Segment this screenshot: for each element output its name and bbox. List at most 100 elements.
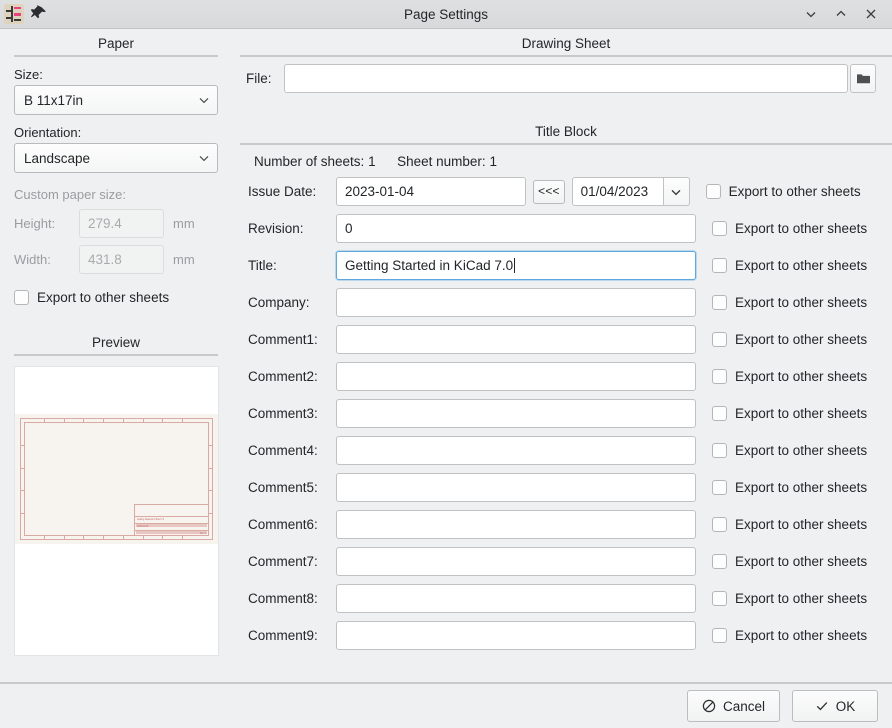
title-block-row-export[interactable]: Export to other sheets [712,480,867,495]
kicad-eeschema-icon [4,4,24,24]
paper-orientation-value: Landscape [24,150,91,166]
paper-export-other-sheets-checkbox[interactable] [14,290,29,305]
drawing-sheet-file-label: File: [246,70,272,86]
title-block-row-label: Revision: [248,221,304,236]
paper-size-label: Size: [14,67,43,82]
number-of-sheets-value: 1 [368,154,376,169]
dialog-footer: Cancel OK [0,682,892,728]
title-block-row-label: Comment1: [248,332,318,347]
sheet-number-value: 1 [489,154,497,169]
custom-width-input: 431.8 [79,245,164,274]
custom-height-input: 279.4 [79,209,164,238]
title-block-row-input[interactable]: Getting Started in KiCad 7.0 [336,251,696,280]
title-block-row-input[interactable] [336,362,696,391]
title-block-row: Comment5: Export to other sheets [240,469,892,506]
title-block-row-export[interactable]: Export to other sheets [712,628,867,643]
paper-rule [14,55,218,57]
title-block-row-export-checkbox[interactable] [712,406,727,421]
title-block-row: Title: Getting Started in KiCad 7.0 Export… [240,247,892,284]
title-block-row-export[interactable]: Export to other sheets [712,258,867,273]
title-block-row-export-checkbox[interactable] [712,221,727,236]
title-block-row-export-label: Export to other sheets [735,221,868,236]
issue-date-row: Issue Date: 2023-01-04 <<< 01/04/2023 Ex… [240,173,892,210]
issue-date-export-row[interactable]: Export to other sheets [705,184,861,199]
maximize-button[interactable] [830,3,852,25]
title-block-row-label: Title: [248,258,277,273]
title-block-field-rows: Revision: 0 Export to other sheets Title: Ge… [240,210,892,654]
title-block-row-export[interactable]: Export to other sheets [712,295,867,310]
title-block-row-export[interactable]: Export to other sheets [712,554,867,569]
issue-date-input[interactable]: 2023-01-04 [336,177,526,206]
paper-size-select[interactable]: B 11x17in [14,85,218,115]
pin-icon[interactable] [30,5,48,23]
title-block-row-input[interactable] [336,547,696,576]
issue-date-picker[interactable]: 01/04/2023 [571,177,690,206]
paper-heading: Paper [97,36,135,51]
title-block-row-label: Comment7: [248,554,318,569]
ok-button-label: OK [835,698,856,714]
title-block-row-input[interactable] [336,510,696,539]
title-block-row-export-checkbox[interactable] [712,443,727,458]
drawing-sheet-browse-button[interactable] [850,63,876,93]
title-block-row-export[interactable]: Export to other sheets [712,332,867,347]
title-block-row-input[interactable] [336,473,696,502]
title-block-row-export[interactable]: Export to other sheets [712,517,867,532]
issue-date-picker-value[interactable]: 01/04/2023 [571,177,664,206]
minimize-button[interactable] [800,3,822,25]
text-cursor [514,258,516,273]
title-block-row-export[interactable]: Export to other sheets [712,443,867,458]
title-block-row-export-label: Export to other sheets [735,406,868,421]
title-block-row-export-checkbox[interactable] [712,258,727,273]
paper-orientation-label: Orientation: [14,125,82,140]
issue-date-apply-button[interactable]: <<< [533,179,565,204]
preview-title-block: Getting Started in KiCad 7.0 2023-01-04 … [134,504,209,536]
title-block-row-export[interactable]: Export to other sheets [712,406,867,421]
title-block-row-label: Comment4: [248,443,318,458]
title-block-row-export-checkbox[interactable] [712,332,727,347]
custom-width-row: Width: 431.8 mm [14,245,218,274]
cancel-button[interactable]: Cancel [686,690,780,722]
title-block-row: Comment9: Export to other sheets [240,617,892,654]
preview-tb-title: Getting Started in KiCad 7.0 [137,518,164,521]
title-block-row-export-checkbox[interactable] [712,295,727,310]
title-block-row-export-checkbox[interactable] [712,554,727,569]
title-block-row-input[interactable] [336,621,696,650]
title-block-row-input[interactable] [336,399,696,428]
issue-date-export-label: Export to other sheets [728,184,861,199]
drawing-sheet-file-input[interactable] [284,63,848,93]
title-block-row-export[interactable]: Export to other sheets [712,221,867,236]
issue-date-label: Issue Date: [248,184,317,199]
title-block-row-export-label: Export to other sheets [735,295,868,310]
title-block-row-export-label: Export to other sheets [735,591,868,606]
title-block-row-export-label: Export to other sheets [735,480,868,495]
title-block-row-export-label: Export to other sheets [735,628,868,643]
title-block-row-export-checkbox[interactable] [712,369,727,384]
title-block-row-export-checkbox[interactable] [712,480,727,495]
title-block-row-input[interactable]: 0 [336,214,696,243]
close-icon [866,9,876,19]
title-block-row-export-checkbox[interactable] [712,628,727,643]
sheet-counts: Number of sheets: 1 Sheet number: 1 [240,145,892,169]
ok-button[interactable]: OK [792,690,878,722]
paper-export-other-sheets-row[interactable]: Export to other sheets [14,290,218,305]
title-block-row-export[interactable]: Export to other sheets [712,591,867,606]
title-block-row-input[interactable] [336,325,696,354]
issue-date-picker-dropdown-button[interactable] [663,177,690,206]
preview-sheet: Getting Started in KiCad 7.0 2023-01-04 … [15,414,218,544]
preview-heading: Preview [91,335,140,350]
sheet-number-label: Sheet number: [397,154,486,169]
title-block-row-input[interactable] [336,584,696,613]
custom-height-label: Height: [14,216,56,231]
title-block-row-input[interactable] [336,288,696,317]
title-block-row-input[interactable] [336,436,696,465]
title-block-row-export-label: Export to other sheets [735,369,868,384]
custom-paper-size-label: Custom paper size: [14,187,126,202]
title-block-row-export[interactable]: Export to other sheets [712,369,867,384]
paper-orientation-select[interactable]: Landscape [14,143,218,173]
issue-date-export-checkbox[interactable] [705,184,721,199]
paper-panel: Paper Size: B 11x17in Orientation: Lands… [0,29,232,682]
title-block-row-export-checkbox[interactable] [712,591,727,606]
close-button[interactable] [860,3,882,25]
cancel-button-label: Cancel [722,698,765,714]
title-block-row-export-checkbox[interactable] [712,517,727,532]
